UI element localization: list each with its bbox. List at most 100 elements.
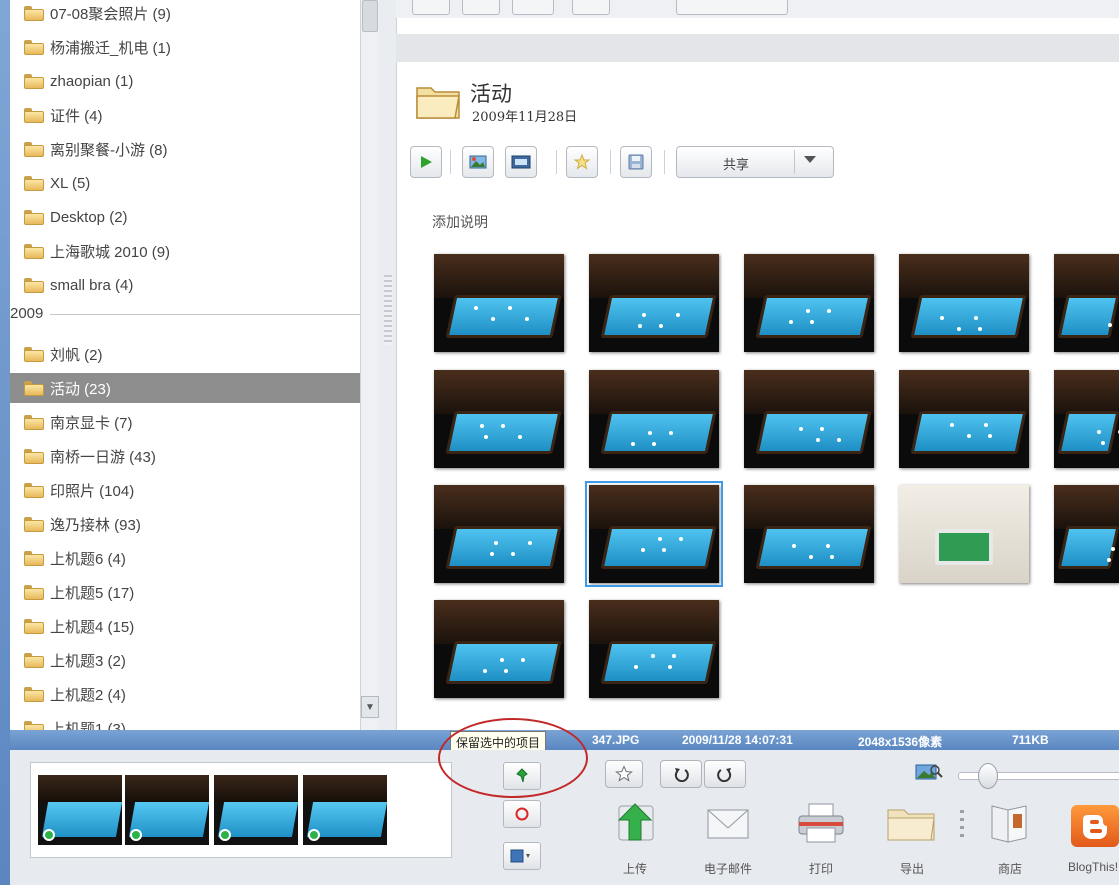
add-to-album-dropdown[interactable] — [503, 842, 541, 870]
sidebar-folder-item[interactable]: 上机题3 (2) — [24, 645, 369, 675]
photo-thumbnail[interactable] — [589, 254, 719, 352]
panel-resize-handle[interactable] — [384, 275, 392, 345]
slider-knob[interactable] — [978, 763, 999, 789]
photo-thumbnail[interactable] — [899, 370, 1029, 468]
photo-thumbnail[interactable] — [899, 485, 1029, 583]
blogthis-button-label[interactable]: BlogThis! — [1068, 860, 1119, 874]
thumbnail-size-icon — [915, 764, 943, 780]
sidebar-folder-item[interactable]: 活动 (23) — [10, 373, 370, 403]
folder-icon — [24, 107, 44, 123]
toolbar-button[interactable] — [412, 0, 450, 15]
slideshow-button[interactable] — [410, 146, 442, 178]
rotate-right-button[interactable] — [704, 760, 746, 788]
folder-label: 杨浦搬迁_机电 (1) — [50, 39, 171, 57]
tray-photo-thumbnail[interactable] — [214, 775, 298, 845]
folder-icon — [24, 346, 44, 362]
folder-icon — [24, 720, 44, 730]
star-button[interactable] — [566, 146, 598, 178]
sidebar-folder-item[interactable]: 上海歌城 2010 (9) — [24, 236, 369, 266]
save-button[interactable] — [620, 146, 652, 178]
sidebar-folder-item[interactable]: 证件 (4) — [24, 100, 369, 130]
folder-icon — [24, 448, 44, 464]
photo-thumbnail[interactable] — [1054, 370, 1119, 468]
sidebar-scrollbar[interactable] — [360, 0, 379, 730]
sidebar-folder-item[interactable]: XL (5) — [24, 168, 369, 198]
shop-button-label[interactable]: 商店 — [975, 860, 1045, 877]
folder-icon — [24, 652, 44, 668]
folder-icon — [24, 380, 44, 396]
tray-separator — [960, 810, 964, 840]
status-dimensions: 2048x1536像素 — [858, 735, 943, 749]
sidebar-folder-item[interactable]: 刘帆 (2) — [24, 339, 369, 369]
sidebar-folder-item[interactable]: 上机题4 (15) — [24, 611, 369, 641]
folder-label: 南桥一日游 (43) — [50, 448, 156, 466]
sidebar-folder-item[interactable]: 南京显卡 (7) — [24, 407, 369, 437]
folder-label: 离别聚餐-小游 (8) — [50, 141, 168, 159]
sidebar-folder-item[interactable]: 逸乃接林 (93) — [24, 509, 369, 539]
photo-thumbnail[interactable] — [434, 600, 564, 698]
folder-label: 证件 (4) — [50, 107, 103, 125]
album-date: 2009年11月28日 — [472, 110, 578, 125]
star-tray-button[interactable] — [605, 760, 643, 788]
window-left-border — [0, 0, 10, 885]
toolbar-dropdown[interactable] — [676, 0, 788, 15]
sidebar-folder-item[interactable]: 上机题2 (4) — [24, 679, 369, 709]
printer-icon — [798, 803, 844, 843]
folder-label: 上海歌城 2010 (9) — [50, 243, 171, 261]
sidebar-folder-item[interactable]: 离别聚餐-小游 (8) — [24, 134, 369, 164]
photo-thumbnail[interactable] — [589, 600, 719, 698]
photo-thumbnail[interactable] — [434, 254, 564, 352]
toolbar-button[interactable] — [572, 0, 610, 15]
sidebar-folder-item[interactable]: 07-08聚会照片 (9) — [24, 0, 369, 28]
print-button-label[interactable]: 打印 — [786, 860, 856, 877]
add-caption-field[interactable]: 添加说明 — [432, 212, 488, 232]
floppy-disk-icon — [628, 154, 644, 170]
tray-photo-thumbnail[interactable] — [303, 775, 387, 845]
scroll-down-button[interactable]: ▼ — [361, 696, 379, 718]
tray-photo-thumbnail[interactable] — [38, 775, 122, 845]
photo-thumbnail[interactable] — [899, 254, 1029, 352]
sidebar-folder-item[interactable]: zhaopian (1) — [24, 66, 369, 96]
edit-picture-button[interactable] — [462, 146, 494, 178]
sidebar-folder-item[interactable]: 印照片 (104) — [24, 475, 369, 505]
photo-thumbnail[interactable] — [744, 254, 874, 352]
photo-thumbnail[interactable] — [744, 370, 874, 468]
photo-thumbnail[interactable] — [434, 485, 564, 583]
make-movie-button[interactable] — [505, 146, 537, 178]
export-button-label[interactable]: 导出 — [877, 860, 947, 877]
upload-button-label[interactable]: 上传 — [600, 860, 670, 877]
tray-photo-thumbnail[interactable] — [125, 775, 209, 845]
folder-label: 上机题2 (4) — [50, 686, 126, 704]
photo-thumbnail[interactable] — [434, 370, 564, 468]
status-filesize: 711KB — [1012, 733, 1049, 747]
email-button-label[interactable]: 电子邮件 — [693, 860, 763, 877]
sidebar-folder-item[interactable]: 杨浦搬迁_机电 (1) — [24, 32, 369, 62]
sidebar-folder-item[interactable]: 南桥一日游 (43) — [24, 441, 369, 471]
sidebar-folder-item[interactable]: 上机题5 (17) — [24, 577, 369, 607]
album-header-band — [396, 34, 1119, 62]
photo-thumbnail[interactable] — [1054, 254, 1119, 352]
photo-thumbnail[interactable] — [589, 370, 719, 468]
toolbar-button[interactable] — [512, 0, 554, 15]
folder-icon — [24, 243, 44, 259]
chevron-down-icon[interactable] — [804, 156, 816, 163]
photo-thumbnail[interactable] — [585, 481, 723, 587]
folder-icon — [24, 584, 44, 600]
photo-thumbnail[interactable] — [744, 485, 874, 583]
red-circle-icon — [515, 807, 529, 821]
folder-icon — [24, 175, 44, 191]
sidebar-folder-item[interactable]: small bra (4) — [24, 270, 369, 300]
photo-thumbnail[interactable] — [1054, 485, 1119, 583]
blogger-icon — [1071, 805, 1119, 847]
sidebar-scrollbar-thumb[interactable] — [362, 0, 378, 32]
rotate-left-button[interactable] — [660, 760, 702, 788]
year-divider-2009: 2009 — [10, 302, 370, 326]
sidebar-folder-item[interactable]: 上机题6 (4) — [24, 543, 369, 573]
selected-marker-icon — [308, 829, 320, 841]
clear-selection-button[interactable] — [503, 800, 541, 828]
sidebar-folder-item[interactable]: Desktop (2) — [24, 202, 369, 232]
sidebar-folder-item[interactable]: 上机题1 (3) — [24, 713, 369, 730]
album-add-icon — [510, 849, 530, 863]
toolbar-button[interactable] — [462, 0, 500, 15]
folder-label: XL (5) — [50, 174, 91, 192]
